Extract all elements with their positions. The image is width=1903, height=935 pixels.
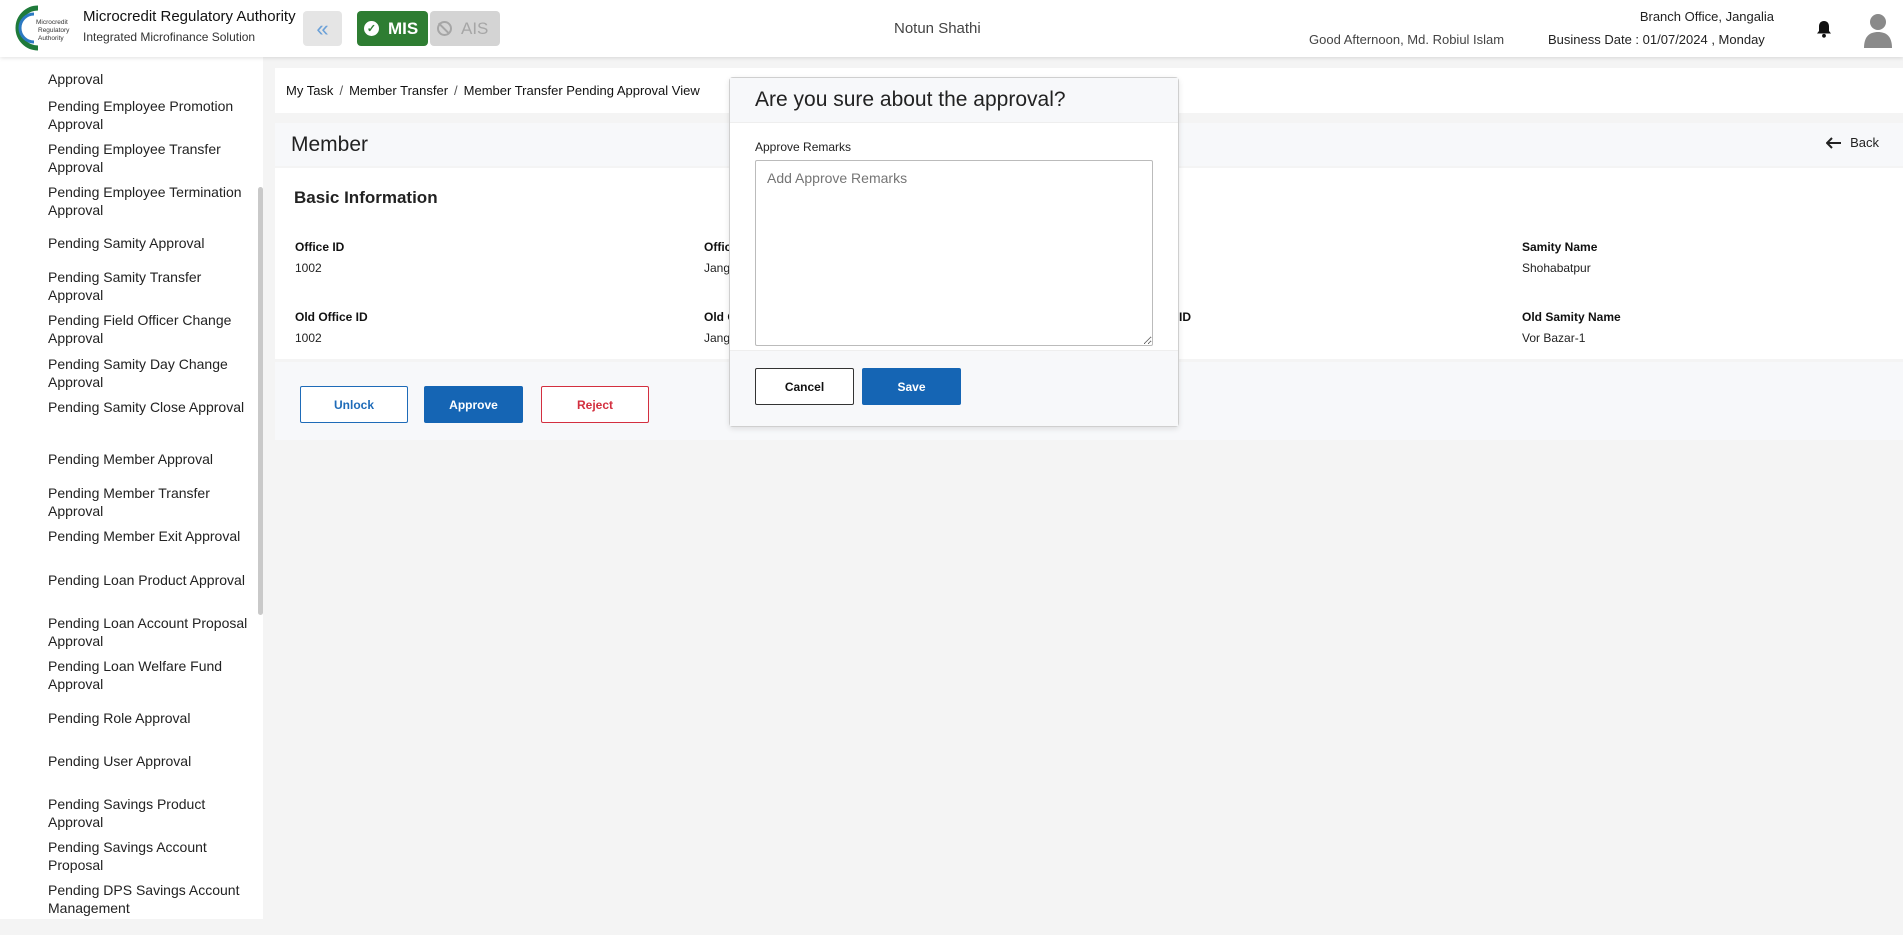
- old-samity-id-label: ID: [1179, 310, 1191, 324]
- dialog-footer: Cancel Save: [730, 350, 1178, 426]
- sidebar-item-dps-savings[interactable]: Pending DPS Savings Account Management: [48, 881, 248, 917]
- app-title: Notun Shathi: [894, 20, 981, 37]
- unlock-button[interactable]: Unlock: [300, 386, 408, 423]
- sidebar-item-member-exit[interactable]: Pending Member Exit Approval: [48, 527, 248, 545]
- old-office-id-value: 1002: [295, 331, 322, 345]
- mis-label: MIS: [388, 18, 419, 38]
- check-circle-icon: ✓: [364, 21, 379, 36]
- office-name-label: Offic: [704, 240, 732, 254]
- sidebar-item-samity-approval[interactable]: Pending Samity Approval: [48, 234, 248, 252]
- sidebar-item-member-approval[interactable]: Pending Member Approval: [48, 450, 248, 468]
- sidebar-item-savings-product[interactable]: Pending Savings Product Approval: [48, 795, 248, 831]
- old-office-name-value: Jang: [704, 331, 731, 345]
- org-subtitle: Integrated Microfinance Solution: [83, 30, 256, 44]
- ban-icon: [437, 21, 452, 36]
- top-header: Microcredit Regulatory Authority Microcr…: [0, 0, 1903, 57]
- approve-remarks-input[interactable]: [755, 160, 1153, 346]
- office-id-label: Office ID: [295, 240, 345, 254]
- sidebar-item-samity-close[interactable]: Pending Samity Close Approval: [48, 398, 248, 416]
- breadcrumb-my-task[interactable]: My Task: [286, 83, 333, 98]
- old-samity-name-value: Vor Bazar-1: [1522, 331, 1586, 345]
- sidebar-scrollbar[interactable]: [258, 187, 263, 615]
- sidebar-item-member-transfer[interactable]: Pending Member Transfer Approval: [48, 484, 248, 520]
- double-chevron-left-icon: «: [316, 15, 329, 41]
- svg-text:Authority: Authority: [38, 35, 64, 42]
- sidebar-item-employee-promotion[interactable]: Pending Employee Promotion Approval: [48, 97, 248, 133]
- back-label: Back: [1850, 135, 1879, 150]
- arrow-left-icon: [1826, 136, 1842, 149]
- sidebar-item-employee-transfer[interactable]: Pending Employee Transfer Approval: [48, 140, 248, 176]
- samity-name-label: Samity Name: [1522, 240, 1598, 254]
- user-greeting: Good Afternoon, Md. Robiul Islam: [1309, 32, 1505, 47]
- svg-text:Microcredit: Microcredit: [36, 19, 68, 26]
- sidebar: Approval Pending Employee Promotion Appr…: [0, 57, 263, 919]
- old-samity-name-label: Old Samity Name: [1522, 310, 1621, 324]
- back-button[interactable]: Back: [1826, 135, 1879, 150]
- breadcrumb-separator: /: [454, 83, 458, 98]
- notification-bell-icon[interactable]: [1814, 19, 1834, 39]
- breadcrumb-member-transfer[interactable]: Member Transfer: [349, 83, 448, 98]
- remarks-label: Approve Remarks: [755, 140, 852, 154]
- sidebar-item-samity-transfer[interactable]: Pending Samity Transfer Approval: [48, 268, 248, 304]
- approval-dialog: Are you sure about the approval? Approve…: [729, 77, 1179, 427]
- breadcrumb-separator: /: [339, 83, 344, 98]
- office-name-value: Jang: [704, 261, 731, 275]
- sidebar-item-employee-termination[interactable]: Pending Employee Termination Approval: [48, 183, 248, 219]
- sidebar-item-user-approval[interactable]: Pending User Approval: [48, 752, 248, 770]
- cancel-button[interactable]: Cancel: [755, 368, 854, 405]
- office-id-value: 1002: [295, 261, 322, 275]
- ais-label: AIS: [461, 18, 489, 38]
- save-button[interactable]: Save: [862, 368, 961, 405]
- page-title: Member: [291, 133, 369, 156]
- business-date: Business Date : 01/07/2024 , Monday: [1548, 32, 1765, 47]
- sidebar-item-loan-account-proposal[interactable]: Pending Loan Account Proposal Approval: [48, 614, 248, 650]
- reject-button[interactable]: Reject: [541, 386, 649, 423]
- mra-logo: Microcredit Regulatory Authority: [15, 5, 70, 51]
- sidebar-item-savings-account-proposal[interactable]: Pending Savings Account Proposal: [48, 838, 248, 874]
- svg-text:Regulatory: Regulatory: [38, 27, 70, 34]
- branch-name: Branch Office, Jangalia: [1639, 9, 1774, 24]
- old-office-id-label: Old Office ID: [295, 310, 368, 324]
- samity-name-value: Shohabatpur: [1522, 261, 1591, 275]
- sidebar-item-partial[interactable]: Approval: [48, 70, 248, 88]
- approve-button[interactable]: Approve: [424, 386, 523, 423]
- dialog-title: Are you sure about the approval?: [730, 78, 1178, 123]
- mis-toggle-button[interactable]: ✓ MIS: [357, 11, 428, 46]
- sidebar-item-loan-product[interactable]: Pending Loan Product Approval: [48, 571, 248, 589]
- ais-toggle-button[interactable]: AIS: [430, 11, 500, 46]
- section-title: Basic Information: [294, 188, 438, 207]
- user-avatar-icon[interactable]: [1862, 12, 1894, 48]
- breadcrumb-current: Member Transfer Pending Approval View: [463, 83, 700, 98]
- collapse-sidebar-button[interactable]: «: [303, 11, 342, 46]
- sidebar-item-samity-day-change[interactable]: Pending Samity Day Change Approval: [48, 355, 248, 391]
- sidebar-item-loan-welfare-fund[interactable]: Pending Loan Welfare Fund Approval: [48, 657, 248, 693]
- org-name: Microcredit Regulatory Authority: [83, 8, 296, 25]
- sidebar-item-role-approval[interactable]: Pending Role Approval: [48, 709, 248, 727]
- sidebar-item-field-officer-change[interactable]: Pending Field Officer Change Approval: [48, 311, 248, 347]
